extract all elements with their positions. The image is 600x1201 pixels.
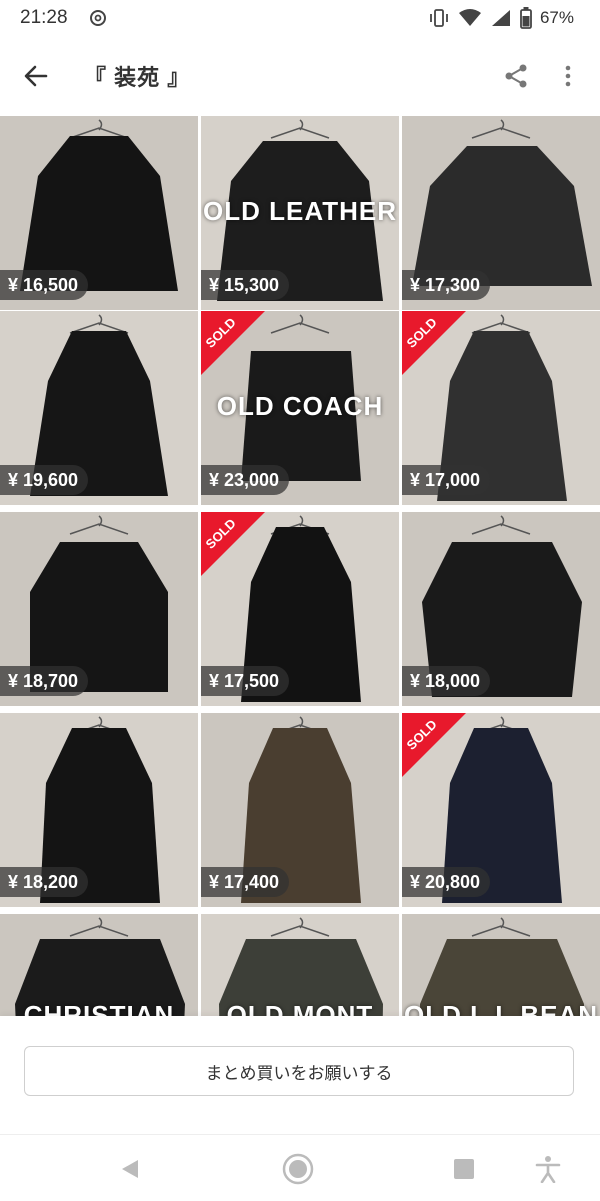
wifi-icon [458, 9, 481, 26]
product-tile[interactable]: OLD MONT BELL [201, 914, 399, 1016]
page-title: 『 装苑 』 [84, 65, 191, 90]
brand-overlay-text: OLD COACH [216, 391, 384, 421]
more-vertical-icon [565, 65, 571, 87]
brand-overlay-text: OLD LEATHER [203, 196, 397, 226]
price-tag: ¥ 20,800 [402, 867, 491, 897]
price-tag: ¥ 17,300 [402, 270, 491, 300]
brand-overlay-text: CHRISTIAN DIOR [23, 1000, 175, 1016]
brand-overlay-text: OLD MONT BELL [226, 1000, 374, 1016]
nav-back-button[interactable] [110, 1149, 150, 1189]
price-tag: ¥ 18,000 [402, 666, 491, 696]
product-tile[interactable]: ¥ 19,600 [0, 311, 198, 505]
brand-overlay-text: OLD L.L.BEAN [404, 1000, 598, 1016]
nav-recents-button[interactable] [444, 1149, 484, 1189]
status-time: 21:28 [20, 7, 68, 28]
arrow-left-icon [24, 65, 48, 87]
product-tile[interactable]: OLD LEATHER ¥ 15,300 [201, 116, 399, 310]
battery-percent: 67% [539, 8, 574, 27]
product-tile[interactable]: CHRISTIAN DIOR [0, 914, 198, 1016]
product-tile[interactable]: ¥ 18,200 [0, 713, 198, 907]
bundle-action-area: まとめ買いをお願いする [0, 1016, 600, 1134]
app-bar: 『 装苑 』 [0, 36, 600, 116]
system-nav-bar [0, 1134, 600, 1201]
nav-recents-icon [454, 1159, 474, 1179]
share-button[interactable] [496, 56, 536, 96]
threads-icon [90, 10, 106, 26]
product-tile[interactable]: OLD L.L.BEAN [402, 914, 600, 1016]
accessibility-button[interactable] [528, 1149, 568, 1189]
price-tag: ¥ 17,500 [201, 666, 290, 696]
status-icons: 67% [428, 6, 574, 30]
sold-badge: SOLD [201, 311, 265, 375]
product-tile[interactable]: ¥ 16,500 [0, 116, 198, 310]
sold-badge: SOLD [402, 713, 466, 777]
price-tag: ¥ 18,700 [0, 666, 89, 696]
share-icon [505, 64, 527, 88]
product-tile[interactable]: ¥ 17,400 [201, 713, 399, 907]
back-button[interactable] [16, 56, 56, 96]
sold-badge: SOLD [402, 311, 466, 375]
status-bar: 21:28 67% [0, 0, 600, 36]
price-tag: ¥ 23,000 [201, 465, 290, 495]
product-tile[interactable]: ¥ 18,700 [0, 512, 198, 706]
price-tag: ¥ 17,000 [402, 465, 491, 495]
accessibility-icon [535, 1156, 561, 1183]
price-tag: ¥ 16,500 [0, 270, 89, 300]
price-tag: ¥ 19,600 [0, 465, 89, 495]
product-tile[interactable]: SOLD ¥ 17,000 [402, 311, 600, 505]
price-tag: ¥ 18,200 [0, 867, 89, 897]
product-tile[interactable]: SOLD ¥ 17,500 [201, 512, 399, 706]
price-tag: ¥ 15,300 [201, 270, 290, 300]
product-tile[interactable]: ¥ 17,300 [402, 116, 600, 310]
signal-icon [491, 10, 510, 26]
price-tag: ¥ 17,400 [201, 867, 290, 897]
product-tile[interactable]: OLD COACH SOLD ¥ 23,000 [201, 311, 399, 505]
sold-badge: SOLD [201, 512, 265, 576]
nav-home-button[interactable] [278, 1149, 318, 1189]
battery-icon [520, 7, 532, 29]
more-options-button[interactable] [550, 56, 586, 96]
nav-back-icon [122, 1160, 138, 1178]
product-tile[interactable]: SOLD ¥ 20,800 [402, 713, 600, 907]
bundle-purchase-button[interactable]: まとめ買いをお願いする [24, 1046, 574, 1096]
nav-home-icon [282, 1153, 314, 1185]
product-tile[interactable]: ¥ 18,000 [402, 512, 600, 706]
product-grid: ¥ 16,500 OLD LEATHER ¥ 15,300 ¥ 17,300 ¥ 19,… [0, 116, 600, 1016]
vibrate-icon [430, 9, 448, 27]
